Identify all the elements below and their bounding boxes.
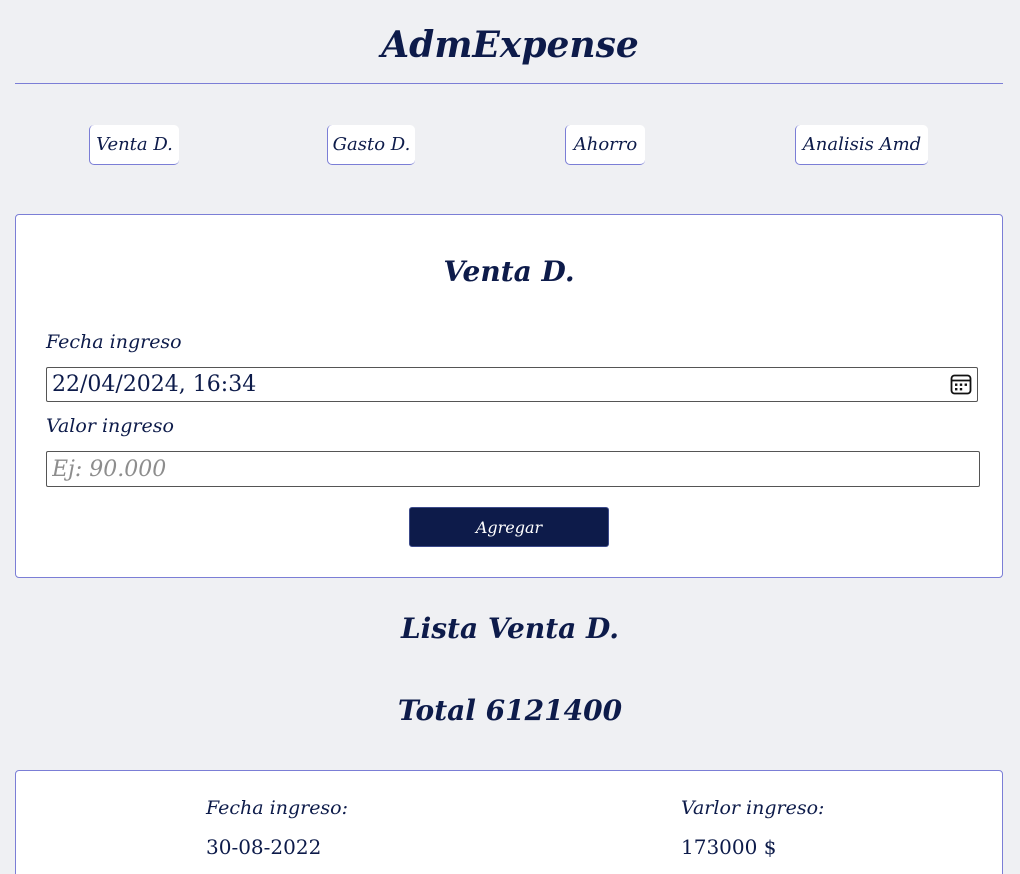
date-label: Fecha ingreso <box>46 331 182 353</box>
value-input[interactable] <box>46 451 980 487</box>
entry-value-label: Varlor ingreso: <box>681 797 825 819</box>
date-value: 22/04/2024, 16:34 <box>52 372 257 397</box>
app-title: AdmExpense <box>381 24 639 66</box>
entry-date-label: Fecha ingreso: <box>206 797 349 819</box>
nav-ahorro-button[interactable]: Ahorro <box>565 125 645 165</box>
nav-analisis-button[interactable]: Analisis Amd <box>795 125 928 165</box>
nav-venta-button[interactable]: Venta D. <box>89 125 179 165</box>
total-label: Total 6121400 <box>397 694 623 727</box>
list-title: Lista Venta D. <box>400 612 620 645</box>
title-divider <box>15 83 1003 84</box>
date-input[interactable]: 22/04/2024, 16:34 <box>46 367 978 402</box>
add-button[interactable]: Agregar <box>409 507 609 547</box>
calendar-icon[interactable] <box>950 373 972 395</box>
entry-value-amount: 173000 $ <box>681 835 777 859</box>
form-title: Venta D. <box>443 255 575 288</box>
nav-gasto-button[interactable]: Gasto D. <box>327 125 415 165</box>
value-label: Valor ingreso <box>46 415 174 437</box>
list-item: Fecha ingreso: 30-08-2022 Varlor ingreso… <box>15 770 1003 874</box>
entry-date-value: 30-08-2022 <box>206 835 322 859</box>
form-card: Venta D. Fecha ingreso 22/04/2024, 16:34… <box>15 214 1003 578</box>
